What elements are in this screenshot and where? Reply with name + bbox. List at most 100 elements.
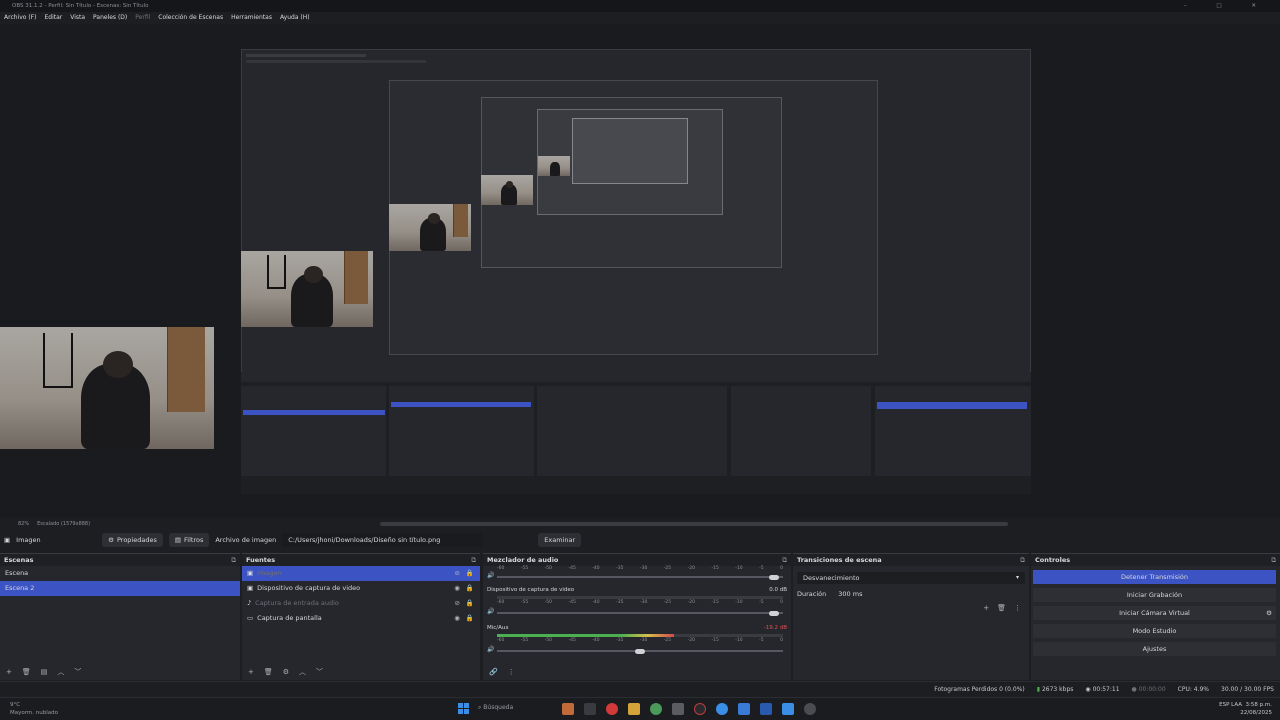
volume-knob[interactable]: [635, 648, 645, 654]
volume-knob[interactable]: [769, 574, 780, 580]
meter-tick-label: -50: [544, 566, 553, 571]
speaker-icon[interactable]: 🔊: [487, 646, 494, 653]
scene-item-selected[interactable]: Escena 2: [0, 581, 240, 596]
lock-icon[interactable]: 🔒: [466, 581, 474, 596]
link-icon[interactable]: 🔗: [489, 668, 498, 676]
meter-tick-label: -30: [639, 600, 648, 605]
lock-icon[interactable]: 🔒: [466, 596, 474, 611]
volume-slider[interactable]: [497, 648, 783, 654]
meter-tick-label: -40: [592, 638, 600, 643]
windows-start-icon[interactable]: [458, 703, 469, 714]
window-controls[interactable]: – □ ✕: [1184, 0, 1270, 12]
menu-paneles[interactable]: Paneles (D): [93, 12, 127, 24]
chevron-up-icon[interactable]: ︿: [57, 667, 64, 677]
chrome-icon[interactable]: [650, 703, 662, 715]
source-label: Captura de pantalla: [257, 614, 322, 622]
trash-icon[interactable]: 🗑: [22, 668, 31, 676]
source-item-selected[interactable]: ▣ Imagen ⊘ 🔒: [242, 566, 480, 581]
filter-icon[interactable]: ▤: [41, 668, 48, 676]
app-icon[interactable]: [606, 703, 618, 715]
more-icon[interactable]: ⋮: [508, 668, 515, 676]
stop-streaming-button[interactable]: Detener Transmisión: [1033, 570, 1276, 584]
speaker-icon[interactable]: 🔊: [487, 608, 494, 615]
scale-mode[interactable]: Escalado (1579x888): [37, 521, 90, 527]
folder-icon[interactable]: [628, 703, 640, 715]
transitions-dock: Transiciones de escena ⧉ Desvanecimiento ▾…: [793, 553, 1029, 680]
lock-icon[interactable]: 🔒: [466, 611, 474, 626]
app-icon[interactable]: [782, 703, 794, 715]
preview-scrollbar[interactable]: [380, 522, 1008, 526]
source-item[interactable]: ▭ Captura de pantalla ◉ 🔒: [242, 611, 480, 626]
app-icon[interactable]: [760, 703, 772, 715]
edge-icon[interactable]: [738, 703, 750, 715]
dock-undock-icon[interactable]: ⧉: [782, 554, 787, 566]
menu-perfil[interactable]: Perfil: [135, 12, 150, 24]
lock-icon[interactable]: 🔒: [466, 566, 474, 581]
file-label: Archivo de imagen: [215, 536, 277, 544]
scene-item[interactable]: Escena: [0, 566, 240, 581]
source-name: Imagen: [16, 536, 41, 544]
file-path-field[interactable]: C:/Users/jhoni/Downloads/Diseño sin títu…: [282, 533, 483, 547]
taskbar-search[interactable]: ⌕ Búsqueda: [478, 704, 513, 712]
meter-tick-label: 0: [780, 600, 783, 605]
transition-select[interactable]: Desvanecimiento ▾: [797, 572, 1025, 584]
zoom-level[interactable]: 82%: [18, 521, 29, 527]
weather-widget[interactable]: 9°C Mayorm. nublado: [10, 701, 58, 717]
duration-input[interactable]: 300 ms: [838, 590, 862, 598]
volume-slider[interactable]: [497, 574, 783, 580]
settings-app-icon[interactable]: [804, 703, 816, 715]
trash-icon[interactable]: 🗑: [997, 604, 1006, 612]
volume-knob[interactable]: [769, 610, 780, 616]
app-icon[interactable]: [716, 703, 728, 715]
system-tray[interactable]: ESP LAA 3:58 p.m. 22/08/2025: [1219, 701, 1272, 717]
controls-title-text: Controles: [1035, 556, 1071, 564]
menu-vista[interactable]: Vista: [70, 12, 85, 24]
dock-undock-icon[interactable]: ⧉: [231, 554, 236, 566]
start-recording-button[interactable]: Iniciar Grabación: [1033, 588, 1276, 602]
chevron-down-icon[interactable]: ﹀: [316, 667, 323, 677]
start-virtual-camera-button[interactable]: Iniciar Cámara Virtual ⚙: [1033, 606, 1276, 620]
more-icon[interactable]: ⋮: [1014, 604, 1021, 612]
eye-hidden-icon[interactable]: ⊘: [454, 596, 459, 611]
dock-undock-icon[interactable]: ⧉: [471, 554, 476, 566]
clock-date: 22/08/2025: [1240, 710, 1272, 716]
add-icon[interactable]: +: [983, 604, 989, 612]
add-icon[interactable]: +: [248, 668, 254, 676]
trash-icon[interactable]: 🗑: [264, 668, 273, 676]
menu-ayuda[interactable]: Ayuda (H): [280, 12, 310, 24]
chevron-up-icon[interactable]: ︿: [299, 667, 306, 677]
settings-button[interactable]: Ajustes: [1033, 642, 1276, 656]
bitrate-value: 2673 kbps: [1041, 686, 1074, 693]
browse-button[interactable]: Examinar: [538, 533, 582, 547]
volume-slider[interactable]: [497, 610, 783, 616]
source-item[interactable]: ▣ Dispositivo de captura de video ◉ 🔒: [242, 581, 480, 596]
eye-icon[interactable]: ◉: [454, 581, 460, 596]
dock-undock-icon[interactable]: ⧉: [1271, 554, 1276, 566]
duration-label: Duración: [797, 590, 827, 598]
source-item[interactable]: ♪ Captura de entrada audio ⊘ 🔒: [242, 596, 480, 611]
gear-icon[interactable]: ⚙: [283, 668, 289, 676]
image-icon: ▣: [4, 536, 11, 544]
menu-herramientas[interactable]: Herramientas: [231, 12, 272, 24]
eye-icon[interactable]: ◉: [454, 611, 460, 626]
app-icon[interactable]: [672, 703, 684, 715]
meter-tick-label: -20: [687, 600, 695, 605]
gear-icon[interactable]: ⚙: [1266, 606, 1272, 620]
menu-archivo[interactable]: Archivo (F): [4, 12, 36, 24]
preview-status: 82% Escalado (1579x888): [0, 518, 1280, 530]
properties-button[interactable]: ⚙ Propiedades: [102, 533, 163, 547]
nested-obs-docks: [241, 372, 1031, 494]
menu-coleccion-escenas[interactable]: Colección de Escenas: [158, 12, 223, 24]
dock-undock-icon[interactable]: ⧉: [1020, 554, 1025, 566]
nested-webcam-4: [538, 156, 570, 176]
studio-mode-button[interactable]: Modo Estudio: [1033, 624, 1276, 638]
app-icon[interactable]: [584, 703, 596, 715]
app-icon[interactable]: [562, 703, 574, 715]
chevron-down-icon[interactable]: ﹀: [74, 667, 81, 677]
filters-button[interactable]: ▤ Filtros: [168, 533, 210, 547]
add-icon[interactable]: +: [6, 668, 12, 676]
menu-editar[interactable]: Editar: [44, 12, 62, 24]
obs-icon[interactable]: [694, 703, 706, 715]
speaker-icon[interactable]: 🔊: [487, 572, 494, 579]
eye-hidden-icon[interactable]: ⊘: [454, 566, 459, 581]
